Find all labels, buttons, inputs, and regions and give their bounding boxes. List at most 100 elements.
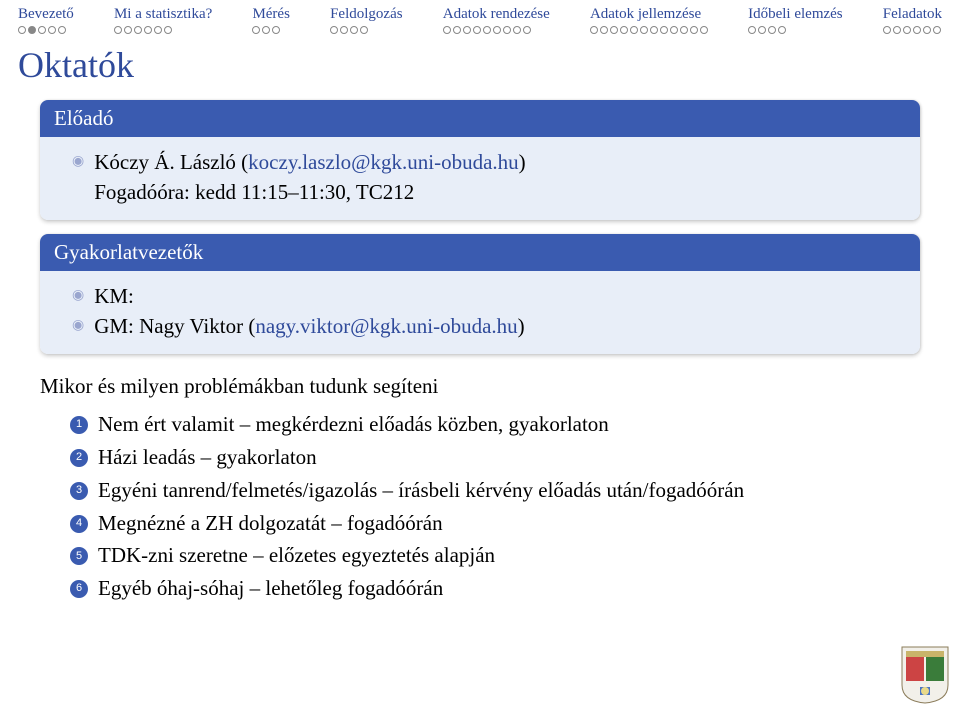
page-title: Oktatók: [0, 34, 960, 100]
nav-dot[interactable]: [590, 26, 598, 34]
nav-dot[interactable]: [483, 26, 491, 34]
nav-dot[interactable]: [600, 26, 608, 34]
block-lecturer-body: ◉ Kóczy Á. László (koczy.laszlo@kgk.uni-…: [40, 137, 920, 220]
nav-dot[interactable]: [18, 26, 26, 34]
enum-badge: 4: [70, 515, 88, 533]
content-area: Előadó ◉ Kóczy Á. László (koczy.laszlo@k…: [0, 100, 960, 604]
lecturer-row: ◉ Kóczy Á. László (koczy.laszlo@kgk.uni-…: [72, 147, 906, 208]
nav-dot[interactable]: [650, 26, 658, 34]
nav-dot[interactable]: [640, 26, 648, 34]
enum-badge: 5: [70, 547, 88, 565]
enum-badge: 3: [70, 482, 88, 500]
nav-dot[interactable]: [48, 26, 56, 34]
nav-dot[interactable]: [620, 26, 628, 34]
gm-email[interactable]: nagy.viktor@kgk.uni-obuda.hu: [255, 314, 517, 338]
nav-dot[interactable]: [360, 26, 368, 34]
nav-section: Adatok jellemzése: [590, 6, 708, 34]
nav-dot[interactable]: [38, 26, 46, 34]
nav-dots: [330, 26, 368, 34]
nav-dot[interactable]: [778, 26, 786, 34]
block-lecturer: Előadó ◉ Kóczy Á. László (koczy.laszlo@k…: [40, 100, 920, 220]
gm-text: GM: Nagy Viktor (nagy.viktor@kgk.uni-obu…: [94, 311, 524, 341]
nav-dot[interactable]: [164, 26, 172, 34]
block-instructors-body: ◉ KM: ◉ GM: Nagy Viktor (nagy.viktor@kgk…: [40, 271, 920, 354]
gm-prefix: GM: Nagy Viktor (: [94, 314, 255, 338]
gm-close: ): [518, 314, 525, 338]
nav-dot[interactable]: [330, 26, 338, 34]
nav-dot[interactable]: [252, 26, 260, 34]
nav-dot[interactable]: [660, 26, 668, 34]
nav-dot[interactable]: [883, 26, 891, 34]
nav-label[interactable]: Adatok jellemzése: [590, 6, 701, 23]
nav-section: Adatok rendezése: [443, 6, 550, 34]
nav-dot[interactable]: [670, 26, 678, 34]
enum-row: 6Egyéb óhaj-sóhaj – lehetőleg fogadóórán: [70, 574, 920, 604]
nav-dot[interactable]: [124, 26, 132, 34]
nav-section: Bevezető: [18, 6, 74, 34]
nav-dot[interactable]: [350, 26, 358, 34]
nav-dot[interactable]: [758, 26, 766, 34]
nav-label[interactable]: Adatok rendezése: [443, 6, 550, 23]
nav-section: Mérés: [252, 6, 290, 34]
nav-dot[interactable]: [748, 26, 756, 34]
nav-dot[interactable]: [690, 26, 698, 34]
lecturer-name: Kóczy Á. László (: [94, 150, 248, 174]
nav-dot[interactable]: [262, 26, 270, 34]
nav-dot[interactable]: [903, 26, 911, 34]
nav-dot[interactable]: [114, 26, 122, 34]
enum-text: Egyéni tanrend/felmetés/igazolás – írásb…: [98, 476, 744, 506]
nav-dot[interactable]: [463, 26, 471, 34]
enum-row: 5 TDK-zni szeretne – előzetes egyeztetés …: [70, 541, 920, 571]
nav-dot[interactable]: [680, 26, 688, 34]
nav-dot[interactable]: [893, 26, 901, 34]
block-instructors-header: Gyakorlatvezetők: [40, 234, 920, 271]
nav-dot[interactable]: [913, 26, 921, 34]
nav-label[interactable]: Feldolgozás: [330, 6, 403, 23]
nav-dot[interactable]: [503, 26, 511, 34]
nav-dot[interactable]: [58, 26, 66, 34]
enum-text: Nem ért valamit – megkérdezni előadás kö…: [98, 410, 609, 440]
bullet-icon: ◉: [72, 289, 84, 303]
nav-dot[interactable]: [523, 26, 531, 34]
nav-dot[interactable]: [154, 26, 162, 34]
nav-dot[interactable]: [610, 26, 618, 34]
help-intro: Mikor és milyen problémákban tudunk segí…: [40, 368, 920, 407]
enum-row: 2Házi leadás – gyakorlaton: [70, 443, 920, 473]
nav-section: Feldolgozás: [330, 6, 403, 34]
enum-list: 1 Nem ért valamit – megkérdezni előadás k…: [70, 410, 920, 604]
nav-dot[interactable]: [630, 26, 638, 34]
nav-label[interactable]: Mi a statisztika?: [114, 6, 212, 23]
nav-dot[interactable]: [134, 26, 142, 34]
nav-label[interactable]: Feladatok: [883, 6, 942, 23]
nav-label[interactable]: Mérés: [252, 6, 290, 23]
enum-text: Megnézné a ZH dolgozatát – fogadóórán: [98, 509, 443, 539]
nav-dot[interactable]: [28, 26, 36, 34]
nav-dot[interactable]: [340, 26, 348, 34]
nav-dot[interactable]: [453, 26, 461, 34]
nav-dot[interactable]: [473, 26, 481, 34]
nav-dot[interactable]: [768, 26, 776, 34]
nav-dots: [883, 26, 941, 34]
nav-label[interactable]: Bevezető: [18, 6, 74, 23]
enum-row: 3 Egyéni tanrend/felmetés/igazolás – írás…: [70, 476, 920, 506]
bullet-icon: ◉: [72, 155, 84, 169]
enum-badge: 6: [70, 580, 88, 598]
nav-dot[interactable]: [933, 26, 941, 34]
nav-dots: [252, 26, 280, 34]
lecturer-email[interactable]: koczy.laszlo@kgk.uni-obuda.hu: [248, 150, 519, 174]
lecturer-hours: Fogadóóra: kedd 11:15–11:30, TC212: [94, 177, 525, 207]
enum-text: TDK-zni szeretne – előzetes egyeztetés a…: [98, 541, 495, 571]
nav-dot[interactable]: [700, 26, 708, 34]
nav-dot[interactable]: [923, 26, 931, 34]
nav-dots: [590, 26, 708, 34]
nav-dot[interactable]: [144, 26, 152, 34]
nav-label[interactable]: Időbeli elemzés: [748, 6, 843, 23]
nav-dot[interactable]: [272, 26, 280, 34]
enum-badge: 1: [70, 416, 88, 434]
nav-dot[interactable]: [493, 26, 501, 34]
enum-badge: 2: [70, 449, 88, 467]
top-nav: Bevezető Mi a statisztika? Mérés Feldolgozá…: [0, 0, 960, 34]
nav-dot[interactable]: [443, 26, 451, 34]
nav-section: Mi a statisztika?: [114, 6, 212, 34]
nav-dot[interactable]: [513, 26, 521, 34]
